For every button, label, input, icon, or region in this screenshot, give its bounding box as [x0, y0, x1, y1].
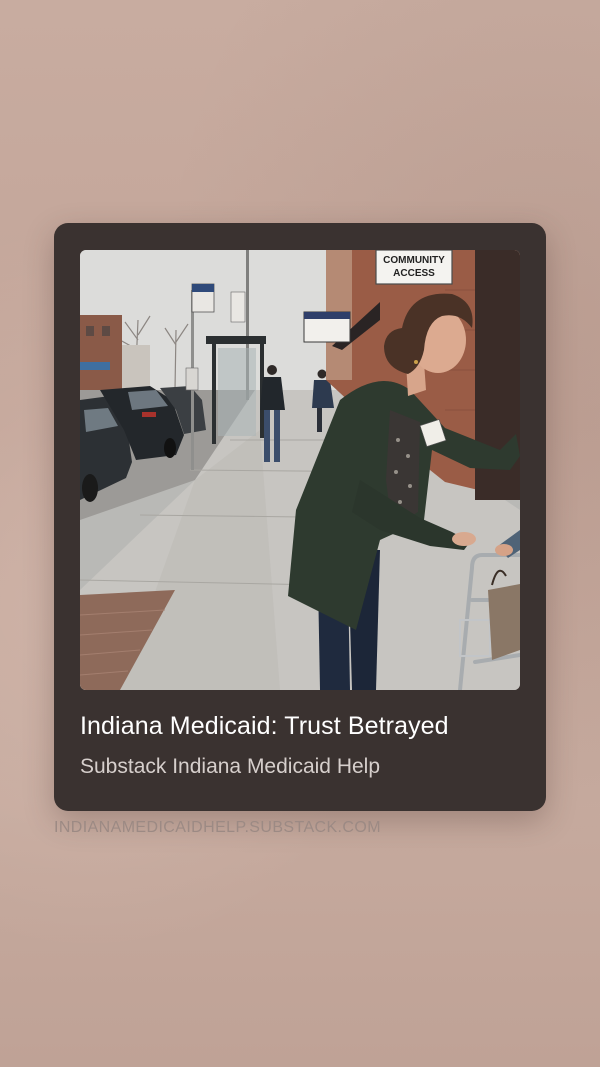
community-access-line-2: ACCESS: [393, 268, 435, 279]
community-access-sign: COMMUNITY ACCESS: [375, 250, 453, 285]
source-domain[interactable]: INDIANAMEDICAIDHELP.SUBSTACK.COM: [54, 818, 381, 838]
street-scene-illustration: COMMUNITY ACCESS: [80, 250, 520, 690]
post-title[interactable]: Indiana Medicaid: Trust Betrayed: [80, 711, 530, 741]
post-card[interactable]: COMMUNITY ACCESS Indiana Medicaid: Trust…: [54, 223, 546, 811]
publication-name[interactable]: Substack Indiana Medicaid Help: [80, 754, 530, 780]
post-image[interactable]: COMMUNITY ACCESS: [80, 250, 520, 690]
community-access-line-1: COMMUNITY: [383, 255, 445, 266]
blue-awning: [80, 362, 110, 370]
share-page: { "card": { "image_alt": "Woman helping …: [0, 0, 600, 1067]
